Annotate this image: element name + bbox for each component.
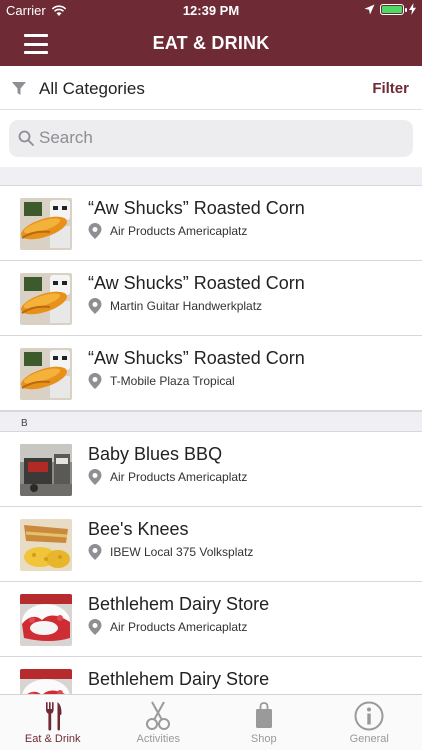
battery-icon bbox=[380, 3, 407, 15]
tab-label: General bbox=[349, 733, 389, 745]
vendor-location: T-Mobile Plaza Tropical bbox=[110, 374, 235, 388]
vendor-name: Bee's Knees bbox=[88, 519, 189, 539]
vendor-thumbnail bbox=[20, 198, 72, 250]
vendor-location: Air Products Americaplatz bbox=[110, 470, 248, 484]
tab-label: Eat & Drink bbox=[24, 733, 81, 745]
vendor-list[interactable]: “Aw Shucks” Roasted Corn Air Products Ame… bbox=[0, 167, 422, 694]
search-icon bbox=[18, 130, 34, 146]
tab-shop[interactable]: Shop bbox=[211, 695, 317, 750]
page-title: EAT & DRINK bbox=[152, 33, 270, 53]
vendor-name: “Aw Shucks” Roasted Corn bbox=[88, 273, 305, 293]
status-time: 12:39 PM bbox=[182, 3, 240, 18]
vendor-thumbnail bbox=[20, 594, 72, 646]
category-bar: All Categories Filter bbox=[0, 66, 422, 110]
list-item[interactable]: Bethlehem Dairy Store bbox=[0, 657, 422, 694]
list-section: Baby Blues BBQ Air Products Americaplatz B… bbox=[0, 432, 422, 694]
search-input[interactable]: Search bbox=[9, 120, 413, 157]
vendor-thumbnail bbox=[20, 444, 72, 496]
location-pin-icon bbox=[88, 298, 102, 314]
status-bar: Carrier 12:39 PM bbox=[0, 0, 422, 22]
location-pin-icon bbox=[88, 373, 102, 389]
location-pin-icon bbox=[88, 544, 102, 560]
list-top-gap bbox=[0, 167, 422, 186]
vendor-location: Air Products Americaplatz bbox=[110, 620, 248, 634]
top-bar: Carrier 12:39 PM EAT & DRINK bbox=[0, 0, 422, 66]
tab-activities[interactable]: Activities bbox=[106, 695, 212, 750]
list-section: “Aw Shucks” Roasted Corn Air Products Ame… bbox=[0, 186, 422, 411]
vendor-thumbnail bbox=[20, 669, 72, 694]
info-icon bbox=[354, 701, 384, 731]
nav-bar: EAT & DRINK bbox=[0, 22, 422, 66]
location-arrow-icon bbox=[364, 4, 375, 14]
section-header: B bbox=[0, 411, 422, 432]
tab-label: Activities bbox=[136, 733, 180, 745]
list-item[interactable]: Baby Blues BBQ Air Products Americaplatz bbox=[0, 432, 422, 507]
search-placeholder: Search bbox=[39, 128, 93, 147]
list-item[interactable]: “Aw Shucks” Roasted Corn T-Mobile Plaza T… bbox=[0, 336, 422, 411]
vendor-location: Martin Guitar Handwerkplatz bbox=[110, 299, 263, 313]
list-item[interactable]: “Aw Shucks” Roasted Corn Martin Guitar Ha… bbox=[0, 261, 422, 336]
list-item[interactable]: Bethlehem Dairy Store Air Products Americ… bbox=[0, 582, 422, 657]
tab-eat-drink[interactable]: Eat & Drink bbox=[0, 695, 106, 750]
charging-bolt-icon bbox=[409, 3, 416, 15]
filter-button[interactable]: Filter bbox=[372, 80, 409, 97]
vendor-location: IBEW Local 375 Volksplatz bbox=[110, 545, 254, 559]
fork-knife-icon bbox=[45, 702, 62, 731]
location-pin-icon bbox=[88, 223, 102, 239]
list-item[interactable]: “Aw Shucks” Roasted Corn Air Products Ame… bbox=[0, 186, 422, 261]
vendor-name: “Aw Shucks” Roasted Corn bbox=[88, 198, 305, 218]
scissors-icon bbox=[146, 701, 171, 730]
vendor-name: Bethlehem Dairy Store bbox=[88, 669, 270, 689]
vendor-name: Bethlehem Dairy Store bbox=[88, 594, 270, 614]
vendor-thumbnail bbox=[20, 519, 72, 571]
vendor-location: Air Products Americaplatz bbox=[110, 224, 248, 238]
funnel-icon bbox=[12, 82, 26, 95]
vendor-name: Baby Blues BBQ bbox=[88, 444, 223, 464]
location-pin-icon bbox=[88, 619, 102, 635]
vendor-thumbnail bbox=[20, 348, 72, 400]
vendor-name: “Aw Shucks” Roasted Corn bbox=[88, 348, 305, 368]
vendor-thumbnail bbox=[20, 273, 72, 325]
search-area: Search bbox=[0, 111, 422, 167]
tab-bar: Eat & Drink Activities Shop General bbox=[0, 694, 422, 750]
list-item[interactable]: Bee's Knees IBEW Local 375 Volksplatz bbox=[0, 507, 422, 582]
category-selector[interactable]: All Categories bbox=[39, 79, 145, 99]
tab-label: Shop bbox=[250, 733, 277, 745]
tab-general[interactable]: General bbox=[317, 695, 422, 750]
location-pin-icon bbox=[88, 469, 102, 485]
shopping-bag-icon bbox=[255, 702, 272, 728]
